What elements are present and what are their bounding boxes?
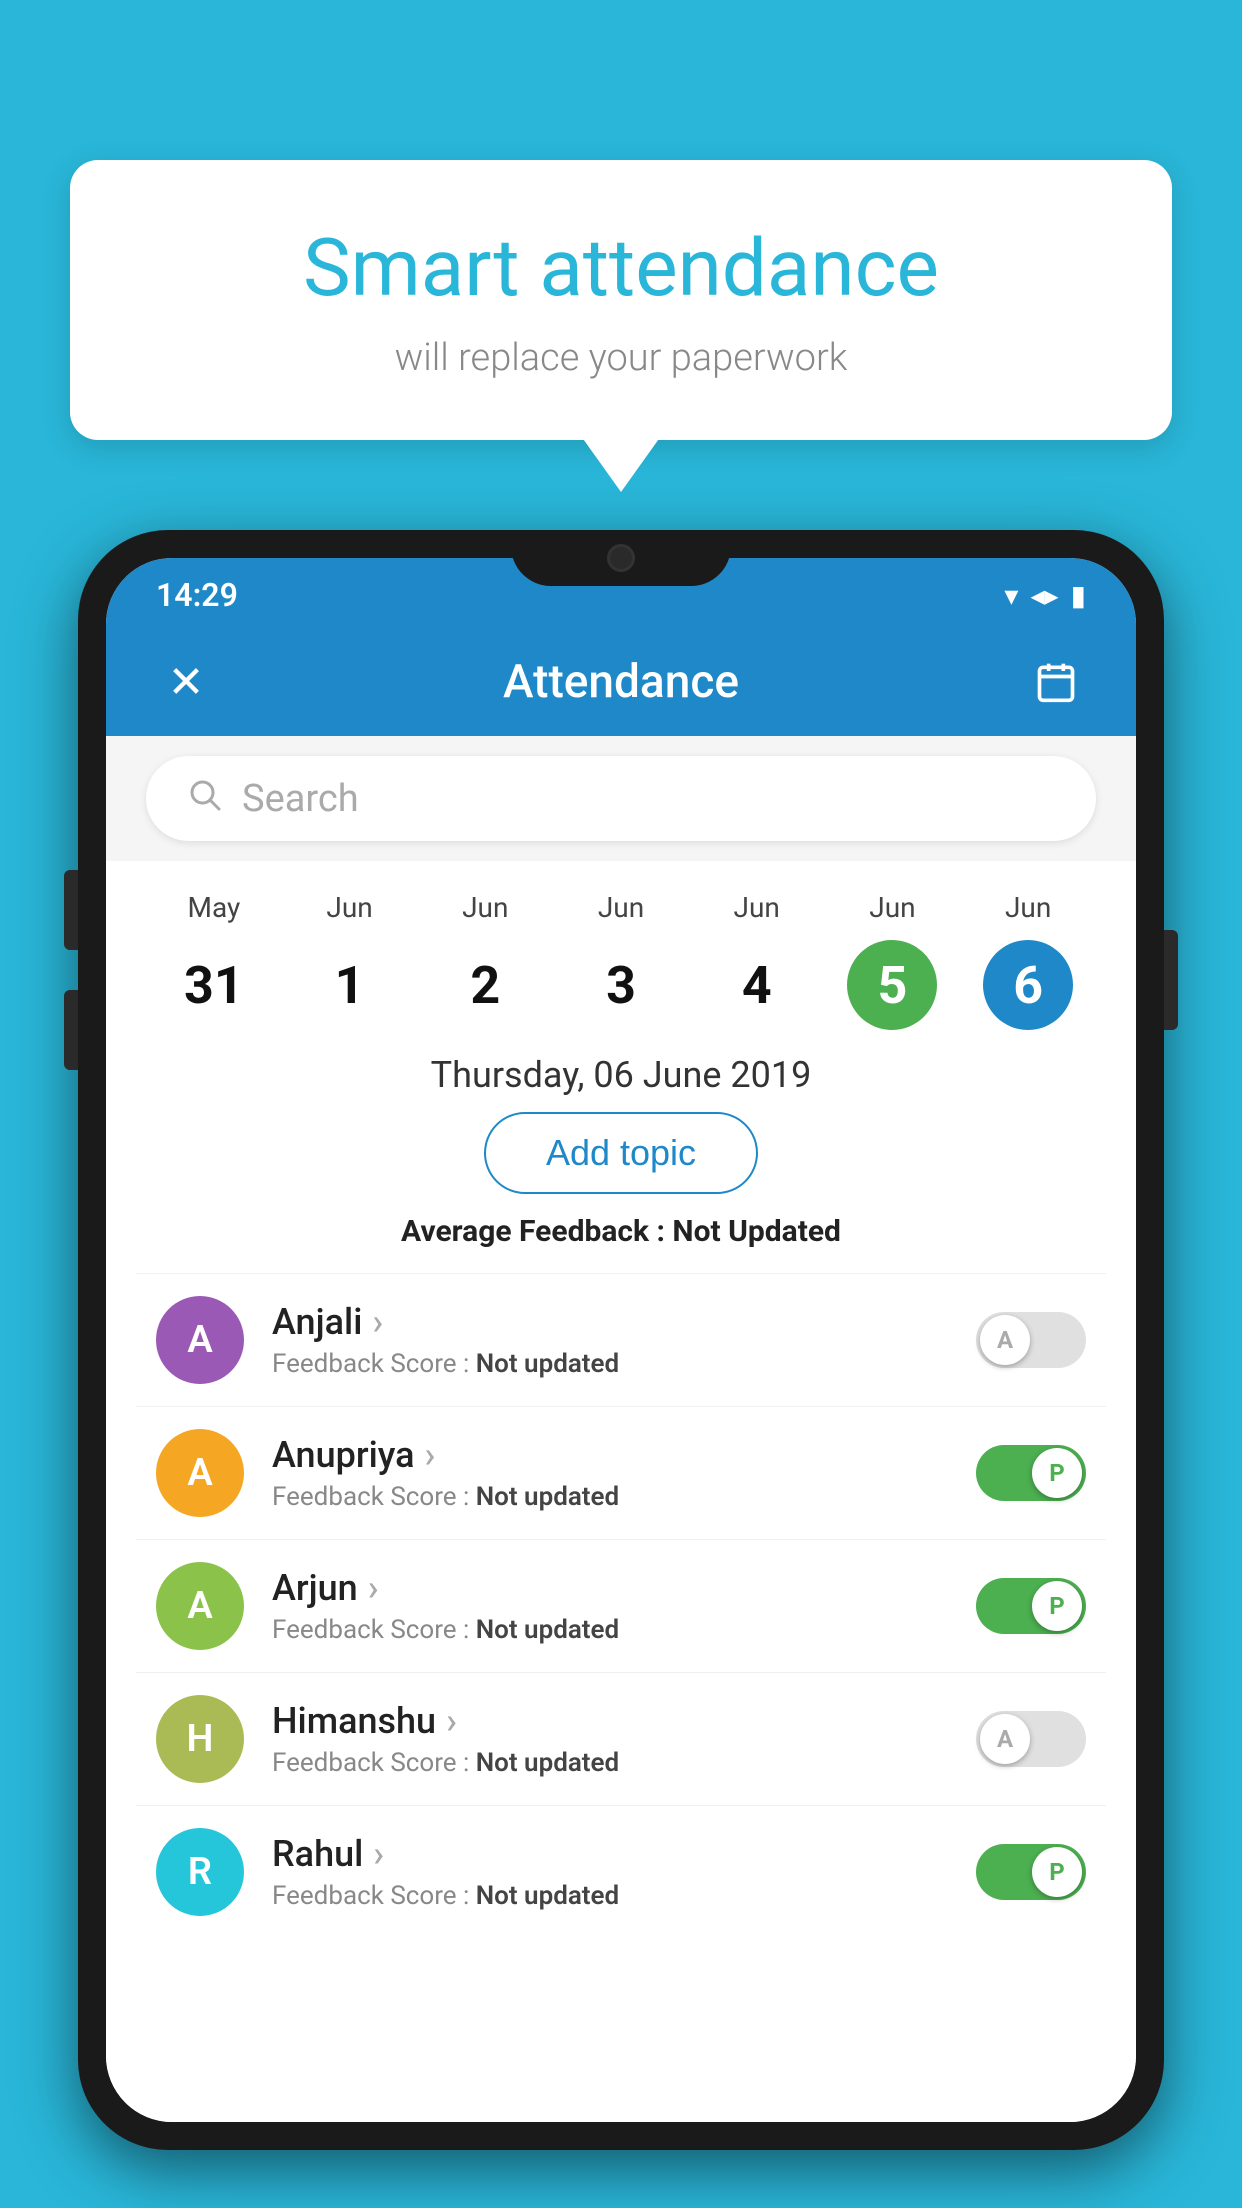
attendance-toggle[interactable]: A	[976, 1711, 1086, 1767]
calendar-day[interactable]: Jun 5	[825, 891, 961, 1030]
battery-icon: ▮	[1071, 579, 1086, 612]
average-feedback: Average Feedback : Not Updated	[106, 1214, 1136, 1273]
phone-camera	[607, 544, 635, 572]
phone-notch	[511, 530, 731, 586]
avatar: H	[156, 1695, 244, 1783]
phone-wrapper: 14:29 ▾ ◂▸ ▮ ✕ Attendance	[78, 530, 1164, 2208]
status-time: 14:29	[156, 576, 238, 614]
student-feedback: Feedback Score : Not updated	[272, 1349, 948, 1379]
cal-date-number[interactable]: 5	[847, 940, 937, 1030]
app-bar: ✕ Attendance	[106, 628, 1136, 736]
student-name: Anupriya	[272, 1434, 948, 1476]
cal-month-label: Jun	[462, 891, 508, 924]
student-info: Himanshu Feedback Score : Not updated	[272, 1700, 948, 1778]
cal-date-number[interactable]: 31	[169, 940, 259, 1030]
search-container: Search	[106, 736, 1136, 861]
toggle-switch[interactable]: A	[976, 1711, 1086, 1767]
avatar: A	[156, 1429, 244, 1517]
cal-date-number[interactable]: 3	[576, 940, 666, 1030]
student-name: Rahul	[272, 1833, 948, 1875]
student-row[interactable]: A Arjun Feedback Score : Not updated P	[136, 1539, 1106, 1672]
cal-month-label: May	[188, 891, 241, 924]
cal-date-number[interactable]: 1	[305, 940, 395, 1030]
toggle-knob: P	[1032, 1847, 1082, 1897]
cal-month-label: Jun	[326, 891, 372, 924]
attendance-toggle[interactable]: P	[976, 1844, 1086, 1900]
phone-body: 14:29 ▾ ◂▸ ▮ ✕ Attendance	[78, 530, 1164, 2150]
student-name: Himanshu	[272, 1700, 948, 1742]
speech-bubble-container: Smart attendance will replace your paper…	[70, 160, 1172, 440]
student-name: Arjun	[272, 1567, 948, 1609]
avg-feedback-label: Average Feedback :	[401, 1214, 672, 1249]
student-feedback: Feedback Score : Not updated	[272, 1748, 948, 1778]
avg-feedback-value: Not Updated	[672, 1214, 841, 1249]
student-feedback: Feedback Score : Not updated	[272, 1615, 948, 1645]
toggle-knob: A	[980, 1315, 1030, 1365]
toggle-switch[interactable]: P	[976, 1445, 1086, 1501]
student-feedback: Feedback Score : Not updated	[272, 1881, 948, 1911]
search-box[interactable]: Search	[146, 756, 1096, 841]
selected-date: Thursday, 06 June 2019	[106, 1030, 1136, 1112]
cal-date-number[interactable]: 2	[440, 940, 530, 1030]
cal-month-label: Jun	[734, 891, 780, 924]
avatar: R	[156, 1828, 244, 1916]
toggle-switch[interactable]: P	[976, 1578, 1086, 1634]
app-bar-title: Attendance	[503, 655, 739, 709]
student-row[interactable]: A Anjali Feedback Score : Not updated A	[136, 1273, 1106, 1406]
student-info: Anupriya Feedback Score : Not updated	[272, 1434, 948, 1512]
calendar-strip: May 31 Jun 1 Jun 2 Jun 3 Jun 4 Jun 5 Jun 6	[106, 861, 1136, 1030]
toggle-knob: P	[1032, 1448, 1082, 1498]
speech-bubble: Smart attendance will replace your paper…	[70, 160, 1172, 440]
calendar-day[interactable]: Jun 2	[417, 891, 553, 1030]
cal-month-label: Jun	[1005, 891, 1051, 924]
student-row[interactable]: A Anupriya Feedback Score : Not updated P	[136, 1406, 1106, 1539]
calendar-day[interactable]: Jun 1	[282, 891, 418, 1030]
student-list: AAnjaliFeedback Score : Not updatedAAAnu…	[106, 1273, 1136, 1938]
toggle-knob: A	[980, 1714, 1030, 1764]
student-feedback: Feedback Score : Not updated	[272, 1482, 948, 1512]
student-name: Anjali	[272, 1301, 948, 1343]
student-row[interactable]: H Himanshu Feedback Score : Not updated A	[136, 1672, 1106, 1805]
student-info: Anjali Feedback Score : Not updated	[272, 1301, 948, 1379]
wifi-icon: ▾	[1004, 579, 1018, 612]
bubble-title: Smart attendance	[150, 220, 1092, 316]
calendar-button[interactable]	[1026, 652, 1086, 712]
volume-down-button	[64, 990, 78, 1070]
phone-screen: 14:29 ▾ ◂▸ ▮ ✕ Attendance	[106, 558, 1136, 2122]
toggle-switch[interactable]: P	[976, 1844, 1086, 1900]
toggle-knob: P	[1032, 1581, 1082, 1631]
cal-month-label: Jun	[598, 891, 644, 924]
student-info: Arjun Feedback Score : Not updated	[272, 1567, 948, 1645]
signal-icon: ◂▸	[1030, 579, 1058, 612]
toggle-switch[interactable]: A	[976, 1312, 1086, 1368]
attendance-toggle[interactable]: P	[976, 1445, 1086, 1501]
avatar: A	[156, 1562, 244, 1650]
student-info: Rahul Feedback Score : Not updated	[272, 1833, 948, 1911]
student-row[interactable]: R Rahul Feedback Score : Not updated P	[136, 1805, 1106, 1938]
search-icon	[186, 776, 222, 821]
close-button[interactable]: ✕	[156, 652, 216, 712]
add-topic-button[interactable]: Add topic	[484, 1112, 758, 1194]
content-area: May 31 Jun 1 Jun 2 Jun 3 Jun 4 Jun 5 Jun 6 Thursday, …	[106, 861, 1136, 2122]
attendance-toggle[interactable]: P	[976, 1578, 1086, 1634]
avatar: A	[156, 1296, 244, 1384]
cal-month-label: Jun	[869, 891, 915, 924]
bubble-subtitle: will replace your paperwork	[150, 336, 1092, 380]
calendar-day[interactable]: Jun 3	[553, 891, 689, 1030]
search-placeholder: Search	[242, 777, 1056, 821]
volume-up-button	[64, 870, 78, 950]
status-icons: ▾ ◂▸ ▮	[1004, 579, 1086, 612]
calendar-day[interactable]: Jun 6	[960, 891, 1096, 1030]
calendar-day[interactable]: May 31	[146, 891, 282, 1030]
calendar-day[interactable]: Jun 4	[689, 891, 825, 1030]
power-button	[1164, 930, 1178, 1030]
cal-date-number[interactable]: 4	[712, 940, 802, 1030]
cal-date-number[interactable]: 6	[983, 940, 1073, 1030]
attendance-toggle[interactable]: A	[976, 1312, 1086, 1368]
